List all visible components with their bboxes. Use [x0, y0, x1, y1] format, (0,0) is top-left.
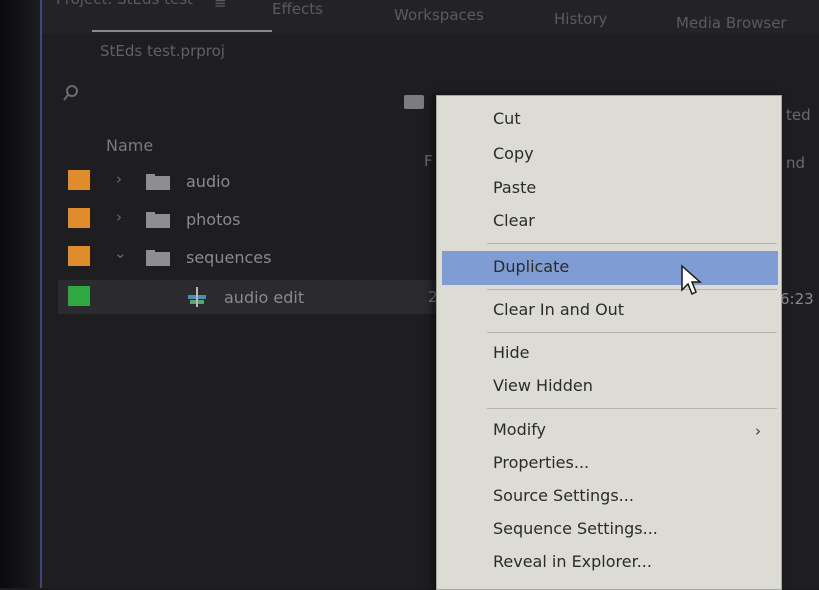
menu-item-clear[interactable]: Clear [493, 211, 535, 230]
tab-effects[interactable]: Effects [272, 0, 323, 18]
menu-item-view-hidden[interactable]: View Hidden [493, 376, 593, 395]
folder-icon [146, 174, 170, 190]
menu-separator [487, 332, 777, 333]
menu-item-modify[interactable]: Modify [493, 420, 546, 439]
tab-workspaces[interactable]: Workspaces [394, 6, 484, 24]
row-duration: 6:23 [780, 290, 814, 308]
menu-item-duplicate[interactable]: Duplicate [493, 257, 569, 276]
label-color-swatch[interactable] [68, 208, 90, 228]
sequence-icon [188, 287, 206, 307]
mouse-cursor-icon [681, 264, 702, 296]
menu-item-sequence-settings[interactable]: Sequence Settings... [493, 519, 658, 538]
label-color-swatch[interactable] [68, 170, 90, 190]
bin-label[interactable]: sequences [186, 248, 271, 267]
folder-icon [146, 212, 170, 228]
menu-separator [487, 289, 777, 290]
list-item-audio-edit[interactable]: audio edit [58, 280, 442, 314]
tab-media-browser[interactable]: Media Browser [676, 14, 787, 32]
menu-item-reveal-in-explorer[interactable]: Reveal in Explorer... [493, 552, 652, 571]
project-file-title: StEds test.prproj [100, 42, 225, 60]
column-header-right-2[interactable]: nd [786, 154, 805, 172]
menu-separator [487, 243, 777, 244]
label-color-swatch[interactable] [68, 246, 90, 266]
expand-chevron-icon[interactable]: › [116, 208, 122, 226]
active-tab-indicator [92, 30, 272, 32]
menu-item-copy[interactable]: Copy [493, 144, 534, 163]
menu-separator [487, 408, 777, 409]
list-item-sequences[interactable]: ⌄ sequences [62, 240, 442, 274]
submenu-arrow-icon: › [755, 422, 761, 440]
panel-menu-icon[interactable]: ≡ [214, 0, 227, 12]
sequence-label[interactable]: audio edit [224, 288, 304, 307]
folder-icon [146, 250, 170, 266]
menu-item-hide[interactable]: Hide [493, 343, 529, 362]
bin-label[interactable]: audio [186, 172, 230, 191]
menu-item-source-settings[interactable]: Source Settings... [493, 486, 634, 505]
expand-chevron-icon[interactable]: › [116, 170, 122, 188]
monitor-bezel [0, 0, 40, 588]
column-header-right-1[interactable]: ted [786, 106, 811, 124]
context-menu: Cut Copy Paste Clear Duplicate Clear In … [436, 95, 782, 590]
search-icon[interactable] [62, 84, 80, 102]
panel-tab-bar: Project: StEds test ≡ Effects Workspaces… [42, 0, 819, 34]
menu-item-clear-in-out[interactable]: Clear In and Out [493, 300, 624, 319]
list-item-photos[interactable]: › photos [62, 202, 442, 236]
tab-project[interactable]: Project: StEds test [56, 0, 193, 8]
list-item-audio[interactable]: › audio [62, 164, 442, 198]
menu-item-cut[interactable]: Cut [493, 109, 521, 128]
column-header-name[interactable]: Name [106, 136, 153, 155]
label-color-swatch[interactable] [68, 286, 90, 306]
bin-label[interactable]: photos [186, 210, 240, 229]
menu-item-paste[interactable]: Paste [493, 178, 536, 197]
tab-history[interactable]: History [554, 10, 607, 28]
menu-item-properties[interactable]: Properties... [493, 453, 589, 472]
collapse-chevron-icon[interactable]: ⌄ [114, 244, 127, 262]
new-bin-icon[interactable] [404, 95, 424, 109]
